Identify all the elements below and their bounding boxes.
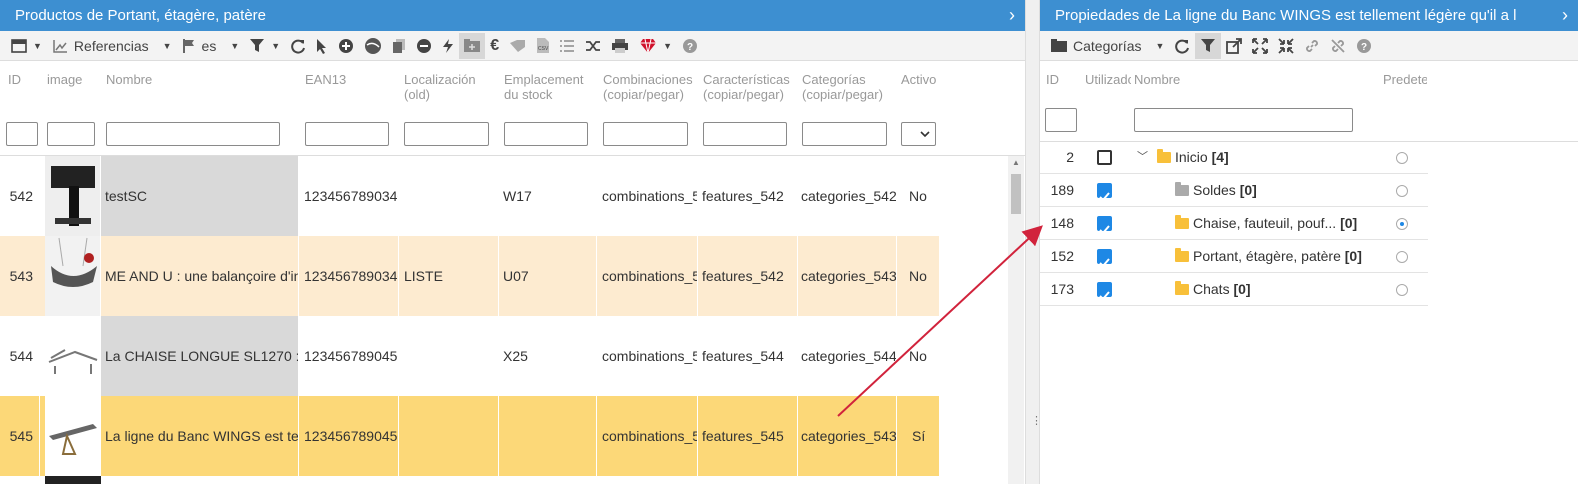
annotation-arrow	[837, 225, 1043, 417]
